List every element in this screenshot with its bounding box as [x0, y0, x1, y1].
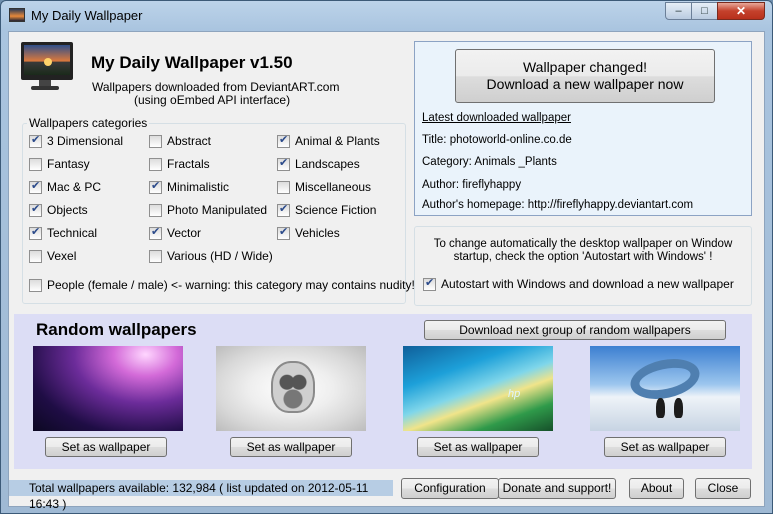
monitor-sunset-icon [21, 42, 73, 80]
category-label: Vexel [47, 249, 77, 263]
category-label: Minimalistic [167, 180, 230, 194]
category-check-box[interactable] [29, 250, 42, 263]
category-check-box[interactable] [29, 179, 42, 194]
wallpaper-thumbnail[interactable] [33, 346, 183, 431]
wallpaper-changed-text: Wallpaper changed! [522, 59, 647, 75]
category-label: Photo Manipulated [167, 203, 268, 217]
set-as-wallpaper-button[interactable]: Set as wallpaper [604, 437, 726, 457]
client-area: My Daily Wallpaper v1.50 Wallpapers down… [8, 31, 765, 511]
wallpaper-thumbnail[interactable]: hp [403, 346, 553, 431]
category-check-box[interactable] [149, 225, 162, 240]
category-label: Vehicles [295, 226, 340, 240]
category-check-box[interactable] [277, 181, 290, 194]
people-check-box[interactable] [29, 279, 42, 292]
ring-sculpture-image [626, 353, 704, 405]
download-new-wallpaper-button[interactable]: Wallpaper changed! Download a new wallpa… [455, 49, 715, 103]
gas-mask-image [271, 361, 315, 413]
app-subtitle: Wallpapers downloaded from DeviantART.co… [92, 80, 340, 94]
category-check-box[interactable] [149, 204, 162, 217]
category-label: Various (HD / Wide) [167, 249, 273, 263]
maximize-button[interactable]: □ [691, 2, 718, 20]
category-check-box[interactable] [277, 133, 290, 148]
app-window: My Daily Wallpaper – □ ✕ My Daily Wallpa… [0, 0, 773, 514]
category-check-box[interactable] [149, 135, 162, 148]
category-check-box[interactable] [277, 156, 290, 171]
hp-logo: hp [508, 388, 521, 400]
category-label: Mac & PC [47, 180, 102, 194]
random-wallpapers-panel: Random wallpapers Download next group of… [14, 314, 752, 469]
random-wallpapers-title: Random wallpapers [36, 320, 197, 339]
category-check-box[interactable] [149, 179, 162, 194]
category-label: Objects [47, 203, 88, 217]
download-now-text: Download a new wallpaper now [486, 76, 684, 92]
category-label: Vector [167, 226, 202, 240]
wallpaper-author: Author: fireflyhappy [422, 179, 522, 191]
category-check-box[interactable] [29, 133, 42, 148]
download-random-group-button[interactable]: Download next group of random wallpapers [424, 320, 726, 340]
category-label: Fractals [167, 157, 210, 171]
people-category-label: People (female / male) <- warning: this … [47, 278, 415, 292]
set-as-wallpaper-button[interactable]: Set as wallpaper [230, 437, 352, 457]
category-label: Technical [47, 226, 98, 240]
wallpaper-thumbnail[interactable] [216, 346, 366, 431]
window-title: My Daily Wallpaper [31, 8, 143, 23]
set-as-wallpaper-button[interactable]: Set as wallpaper [45, 437, 167, 457]
category-label: Fantasy [47, 157, 90, 171]
autostart-check-box[interactable] [423, 276, 436, 291]
category-check-box[interactable] [149, 158, 162, 171]
category-check-box[interactable] [29, 158, 42, 171]
wallpaper-category: Category: Animals _Plants [422, 156, 557, 168]
author-homepage: Author's homepage: http://fireflyhappy.d… [422, 199, 694, 211]
category-check-box[interactable] [277, 202, 290, 217]
penguin-image [656, 398, 665, 418]
info-panel: Wallpaper changed! Download a new wallpa… [414, 41, 752, 216]
set-as-wallpaper-button[interactable]: Set as wallpaper [417, 437, 539, 457]
category-check-box[interactable] [29, 202, 42, 217]
status-bar: Total wallpapers available: 132,984 ( li… [9, 480, 393, 511]
category-label: Landscapes [295, 157, 360, 171]
about-button[interactable]: About [629, 478, 684, 499]
wallpaper-thumbnail[interactable] [590, 346, 740, 431]
logo-base [31, 86, 59, 90]
title-bar[interactable]: My Daily Wallpaper – □ ✕ [1, 1, 772, 31]
donate-button[interactable]: Donate and support! [498, 478, 616, 499]
autostart-group: To change automatically the desktop wall… [414, 226, 752, 306]
configuration-button[interactable]: Configuration [401, 478, 499, 499]
logo-screen [24, 45, 70, 75]
autostart-label: Autostart with Windows and download a ne… [441, 277, 734, 291]
category-label: Science Fiction [295, 203, 377, 217]
minimize-button[interactable]: – [665, 2, 692, 20]
category-check-box[interactable] [277, 225, 290, 240]
close-button[interactable]: Close [695, 478, 751, 499]
category-label: Animal & Plants [295, 134, 380, 148]
category-label: Abstract [167, 134, 212, 148]
categories-legend: Wallpapers categories [29, 116, 148, 130]
app-subtitle-api: (using oEmbed API interface) [134, 93, 291, 107]
app-icon [9, 8, 25, 22]
latest-wallpaper-link[interactable]: Latest downloaded wallpaper [422, 112, 571, 124]
category-check-box[interactable] [149, 250, 162, 263]
autostart-description: To change automatically the desktop wall… [433, 238, 733, 263]
category-label: 3 Dimensional [47, 134, 124, 148]
penguin-image [674, 398, 683, 418]
category-label: Miscellaneous [295, 180, 372, 194]
category-check-box[interactable] [29, 225, 42, 240]
wallpaper-title: Title: photoworld-online.co.de [422, 134, 572, 146]
close-window-button[interactable]: ✕ [717, 2, 765, 20]
app-title: My Daily Wallpaper v1.50 [91, 53, 293, 72]
sun-icon [44, 58, 52, 66]
